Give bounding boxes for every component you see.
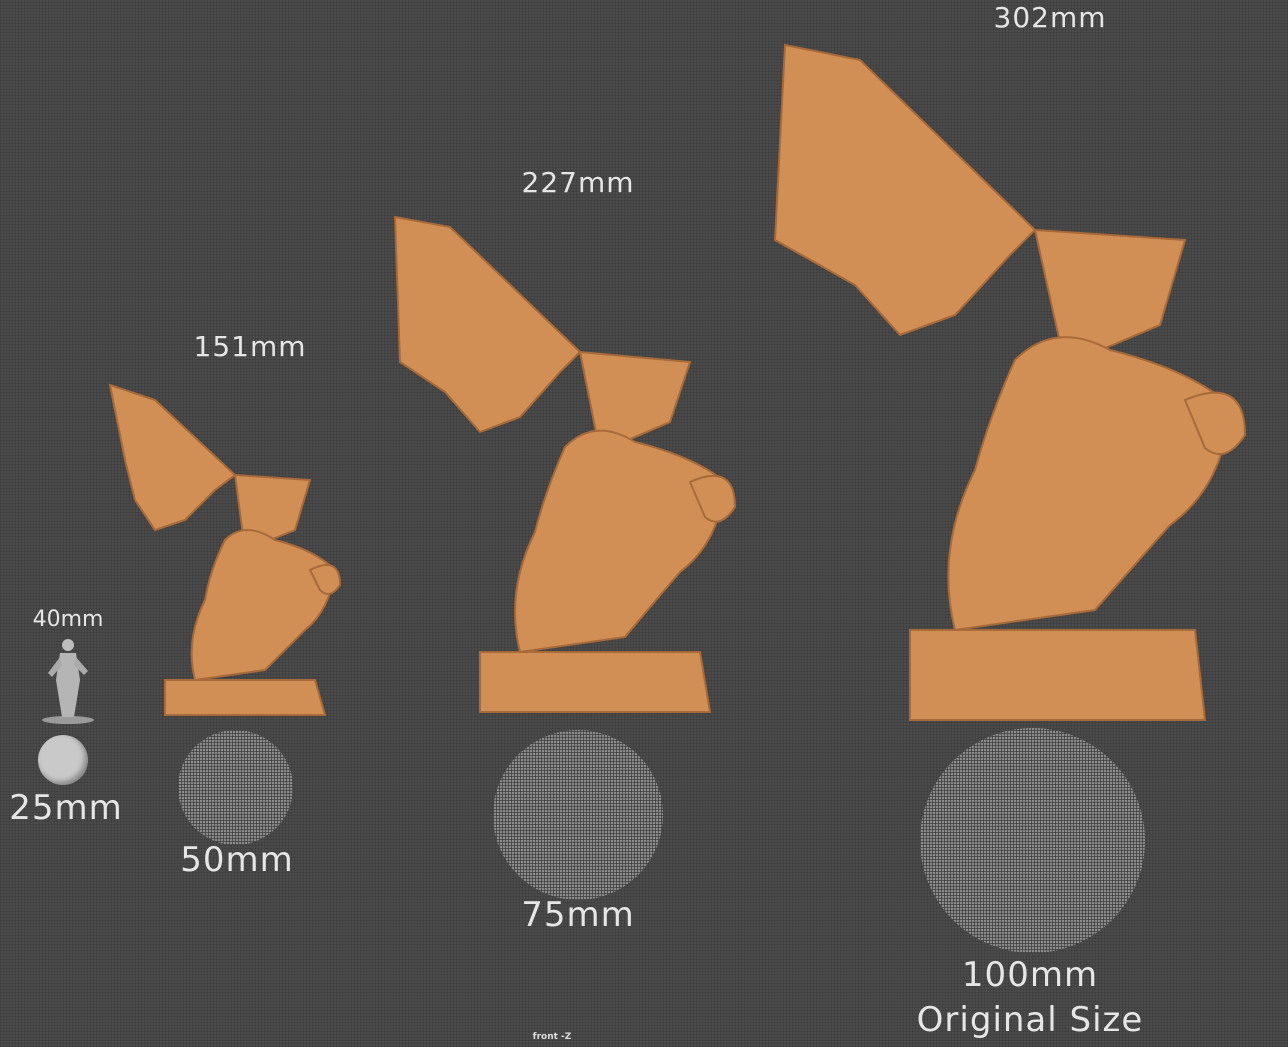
figure-2-base-circle: [493, 730, 663, 900]
figure-2-dragon-model: [393, 215, 737, 713]
figure-1-dragon-model: [108, 383, 342, 716]
reference-height-label: 40mm: [32, 607, 104, 632]
figure-3-base-circle: [920, 728, 1145, 953]
figure-3-original-size-note: Original Size: [916, 1000, 1144, 1040]
figure-2-height-label: 227mm: [521, 166, 635, 199]
figure-1-height-label: 151mm: [193, 330, 307, 363]
figure-3-dragon-model: [773, 43, 1247, 721]
figure-3-base-label: 100mm: [961, 955, 1099, 995]
figure-2-base-label: 75mm: [521, 895, 635, 935]
figure-1-base-label: 50mm: [180, 840, 294, 880]
figure-1-base-circle: [178, 730, 293, 845]
reference-base-label: 25mm: [9, 788, 123, 828]
reference-human-figure: [42, 639, 94, 724]
figure-3-height-label: 302mm: [993, 1, 1107, 34]
reference-base-coin: [38, 735, 88, 785]
viewport-view-label: front -Z: [532, 1032, 572, 1042]
